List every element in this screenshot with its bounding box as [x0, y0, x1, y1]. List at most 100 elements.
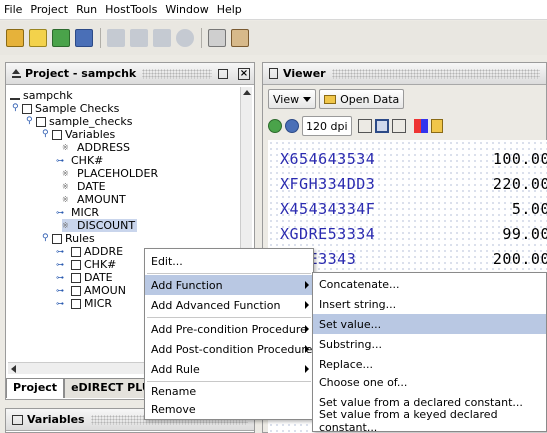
zoom-in-icon[interactable] [285, 119, 299, 133]
tree-sample-checks[interactable]: ⚲ Sample Checks [12, 102, 119, 115]
menu-item-label: Add Function [151, 278, 223, 292]
menu-item-add-precondition[interactable]: Add Pre-condition Procedure [145, 319, 313, 339]
viewer-title: Viewer [283, 67, 326, 80]
tree-sample-checks-file[interactable]: ⚲ sample_checks [26, 115, 132, 128]
tree-variable-item[interactable]: ※ DATE [62, 180, 106, 193]
menu-item-rename[interactable]: Rename [145, 381, 313, 401]
grid-vertical-icon[interactable] [357, 119, 372, 133]
menubar: File Project Run HostTools Window Help [0, 0, 547, 20]
menu-item-label: Edit... [151, 254, 183, 268]
palette-icon[interactable] [413, 119, 428, 133]
folder-open-icon [324, 94, 337, 104]
submenu-arrow-icon [305, 301, 309, 309]
tree-rule-item[interactable]: ⊶ CHK# [56, 258, 116, 271]
submenu-item-set-value-keyed-declared-constant[interactable]: Set value from a keyed declared constant… [313, 408, 546, 433]
menu-window[interactable]: Window [165, 3, 208, 16]
menu-help[interactable]: Help [217, 3, 242, 16]
main-toolbar [0, 21, 547, 55]
tree-root[interactable]: sampchk [10, 89, 73, 102]
menu-item-label: Rename [151, 384, 197, 398]
expand-icon[interactable]: ⚲ [42, 128, 52, 141]
function-submenu: Concatenate... Insert string... Set valu… [312, 272, 547, 433]
submenu-item-label: Set value... [319, 317, 382, 331]
submenu-item-label: Set value from a keyed declared constant… [319, 408, 498, 433]
tree-rules-label: Rules [65, 232, 95, 245]
grid-horizontal-icon[interactable] [374, 119, 389, 133]
open-folder-icon[interactable] [6, 29, 24, 47]
tab-project[interactable]: Project [6, 378, 65, 398]
menu-item-add-postcondition[interactable]: Add Post-condition Procedure [145, 339, 313, 359]
table-icon [71, 298, 81, 309]
tree-rule-item[interactable]: ⊶ DATE [56, 271, 113, 284]
tree-variable-item[interactable]: ※ PLACEHOLDER [62, 167, 158, 180]
tree-variable-item[interactable]: ⊶ CHK# [56, 154, 103, 167]
eject-icon [12, 68, 21, 78]
properties-icon[interactable] [231, 29, 249, 47]
menu-item-add-advanced-function[interactable]: Add Advanced Function [145, 295, 313, 315]
tree-variable-item[interactable]: ⊶ MICR [56, 206, 99, 219]
tree-rule-item[interactable]: ⊶ AMOUN [56, 284, 126, 297]
save-icon[interactable] [52, 29, 70, 47]
tree-sample-checks-label: Sample Checks [35, 102, 120, 115]
paste-icon[interactable] [153, 29, 171, 47]
viewer-zoom-toolbar: 120 dpi [268, 115, 443, 137]
submenu-item-set-value[interactable]: Set value... [313, 314, 546, 334]
grid-both-icon[interactable] [391, 119, 406, 133]
submenu-item-replace[interactable]: Replace... [313, 354, 546, 374]
run-icon[interactable] [176, 29, 194, 47]
scroll-up-icon[interactable] [243, 90, 251, 95]
menu-hosttools[interactable]: HostTools [105, 3, 157, 16]
maximize-icon[interactable] [218, 68, 228, 79]
cut-icon[interactable] [107, 29, 125, 47]
tree-variable-item[interactable]: ※ AMOUNT [62, 193, 126, 206]
tree-variable-label: MICR [71, 206, 100, 219]
menu-file[interactable]: File [4, 3, 22, 16]
data-id: XFGH334DD3 [280, 175, 376, 193]
menu-item-remove[interactable]: Remove [145, 399, 313, 419]
expand-icon[interactable]: ⚲ [26, 115, 36, 128]
scroll-left-icon[interactable] [11, 365, 16, 373]
menu-item-add-rule[interactable]: Add Rule [145, 359, 313, 379]
viewer-panel-header: Viewer [263, 63, 546, 85]
tree-variable-item-selected[interactable]: ※ DISCOUNT [62, 219, 138, 233]
tree-root-label: sampchk [23, 89, 73, 102]
panel-grip [331, 68, 540, 79]
dpi-field[interactable]: 120 dpi [302, 116, 352, 136]
view-dropdown[interactable]: View [268, 89, 317, 109]
save-all-icon[interactable] [75, 29, 93, 47]
new-project-icon[interactable] [29, 29, 47, 47]
rule-icon: ⊶ [56, 286, 64, 295]
menu-project[interactable]: Project [30, 3, 68, 16]
zoom-out-icon[interactable] [268, 119, 282, 133]
menu-item-label: Add Rule [151, 362, 200, 376]
expand-icon[interactable]: ⚲ [42, 232, 52, 245]
submenu-item-substring[interactable]: Substring... [313, 334, 546, 354]
submenu-item-concatenate[interactable]: Concatenate... [313, 274, 546, 294]
menu-run[interactable]: Run [76, 3, 97, 16]
delete-icon[interactable] [208, 29, 226, 47]
variable-icon: ※ [62, 143, 69, 152]
data-amount: 220.00 [492, 175, 547, 193]
tree-variables[interactable]: ⚲ Variables [42, 128, 115, 141]
expand-icon[interactable]: ⚲ [12, 102, 22, 115]
submenu-item-choose-one-of[interactable]: Choose one of... [313, 372, 546, 392]
data-amount: 99.00 [502, 225, 547, 243]
menu-item-add-function[interactable]: Add Function [145, 275, 313, 295]
menu-item-edit[interactable]: Edit... [145, 251, 313, 271]
tree-rule-label: DATE [84, 271, 113, 284]
tree-variable-label: PLACEHOLDER [77, 167, 159, 180]
variable-icon: ※ [62, 195, 69, 204]
project-panel-header: Project - sampchk × [6, 63, 254, 85]
tree-rule-item[interactable]: ⊶ MICR [56, 297, 112, 310]
data-id: XGDRE53334 [280, 225, 376, 243]
close-icon[interactable]: × [238, 67, 250, 80]
lock-icon[interactable] [430, 119, 443, 133]
tree-rules[interactable]: ⚲ Rules [42, 232, 95, 245]
copy-icon[interactable] [130, 29, 148, 47]
tree-variable-item[interactable]: ※ ADDRESS [62, 141, 130, 154]
open-data-button[interactable]: Open Data [319, 89, 405, 109]
tree-rule-item[interactable]: ⊶ ADDRE [56, 245, 123, 258]
submenu-item-insert-string[interactable]: Insert string... [313, 294, 546, 314]
horizontal-scrollbar[interactable] [8, 362, 148, 374]
data-amount: 5.00 [511, 200, 547, 218]
